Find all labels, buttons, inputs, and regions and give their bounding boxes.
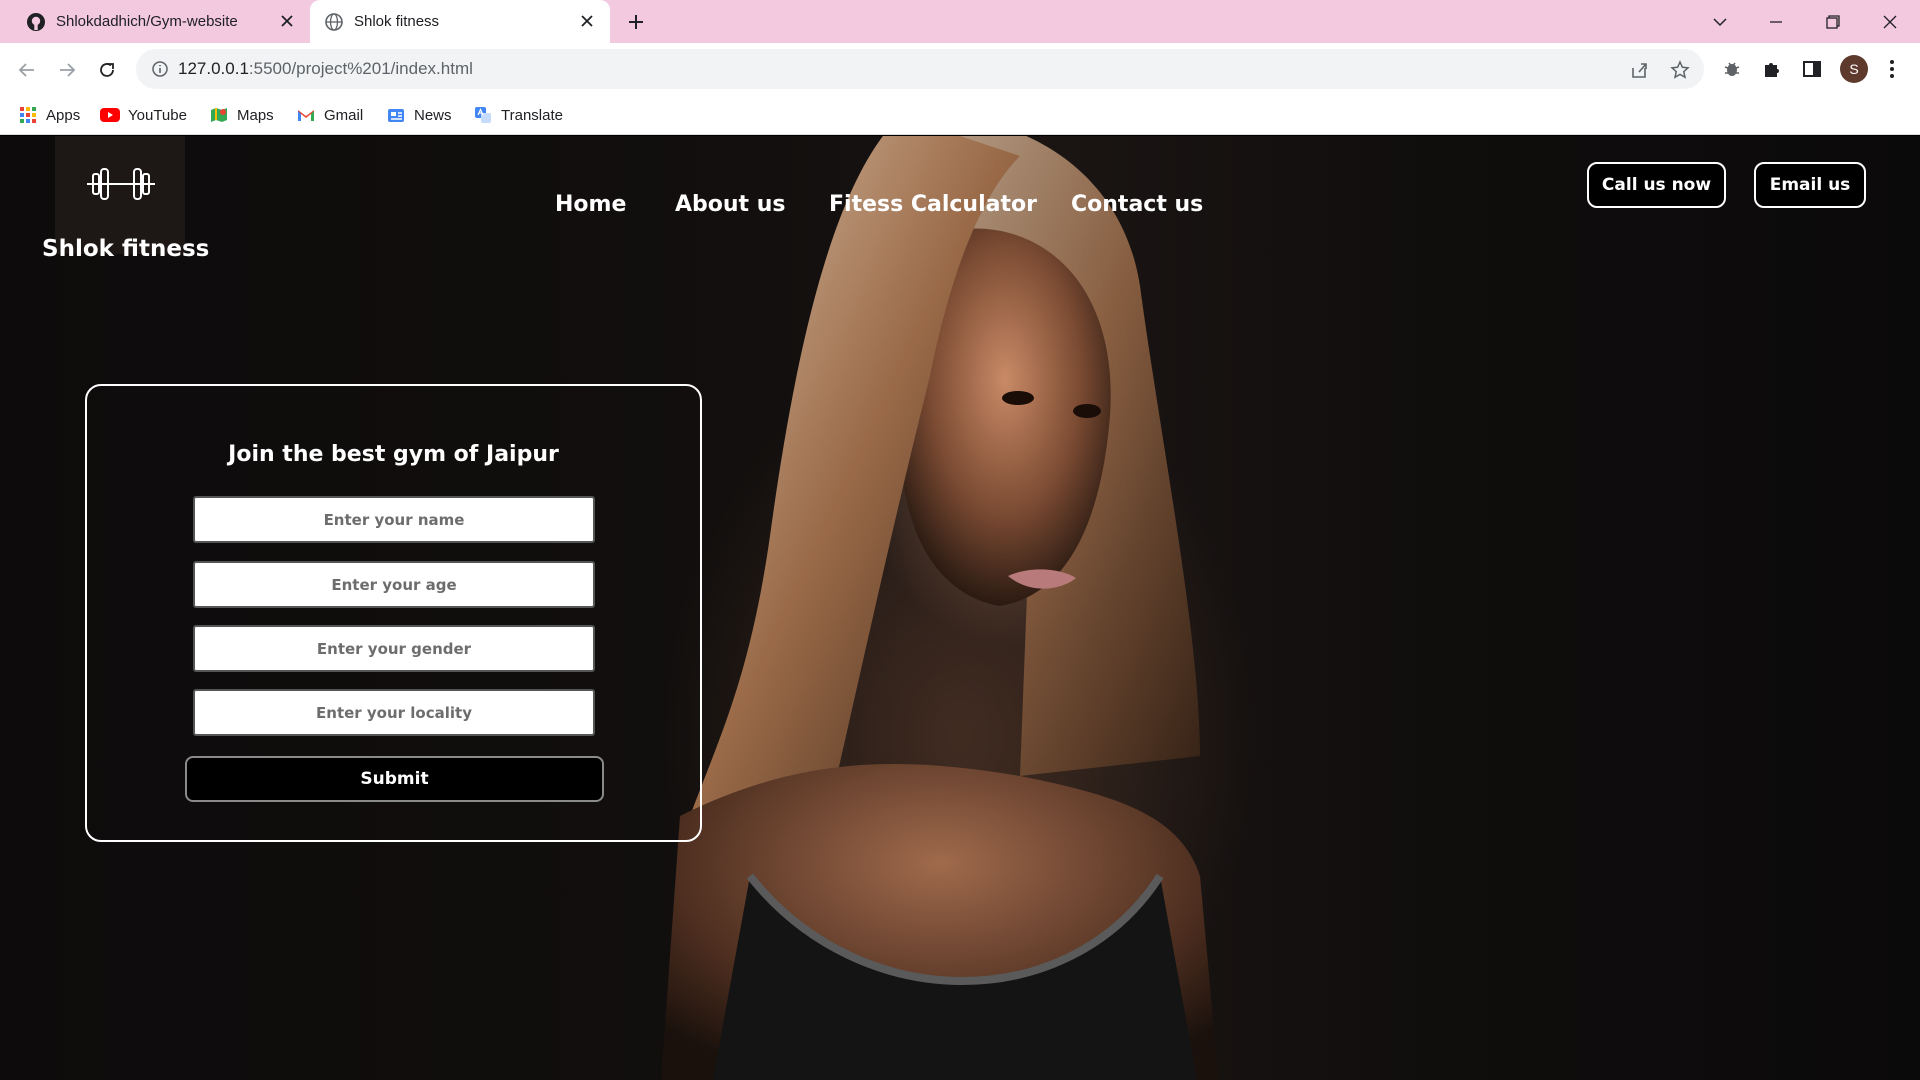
bookmarks-bar: Apps YouTube Maps Gmail News Translate (0, 95, 1920, 135)
bookmark-label: Translate (501, 106, 563, 124)
back-icon[interactable] (13, 56, 41, 84)
github-icon (25, 11, 47, 33)
close-window-icon[interactable] (1876, 8, 1904, 36)
bookmark-label: YouTube (128, 106, 187, 124)
dumbbell-icon (87, 168, 155, 200)
page-viewport: Shlok fitness Home About us Fitess Calcu… (0, 136, 1920, 1080)
bookmark-label: News (414, 106, 452, 124)
youtube-icon (100, 105, 120, 125)
bookmark-translate[interactable]: Translate (473, 103, 563, 127)
extension-bug-icon[interactable] (1718, 55, 1746, 83)
bookmark-apps[interactable]: Apps (18, 103, 80, 127)
bookmark-label: Apps (46, 106, 81, 124)
extensions-puzzle-icon[interactable] (1758, 55, 1786, 83)
age-field[interactable] (193, 561, 595, 608)
translate-icon (473, 105, 493, 125)
minimize-icon[interactable] (1762, 8, 1790, 36)
profile-avatar[interactable]: S (1840, 55, 1868, 83)
submit-button[interactable]: Submit (185, 756, 604, 802)
name-field[interactable] (193, 496, 595, 543)
close-tab-icon[interactable] (278, 12, 296, 30)
tab-title: Shlokdadhich/Gym-website (56, 13, 238, 30)
side-panel-icon[interactable] (1798, 55, 1826, 83)
nav-contact-us[interactable]: Contact us (1071, 192, 1203, 217)
tab-github[interactable]: Shlokdadhich/Gym-website (12, 0, 310, 43)
new-tab-icon[interactable] (624, 10, 648, 34)
tab-search-chevron-icon[interactable] (1706, 8, 1734, 36)
news-icon (386, 105, 406, 125)
reload-icon[interactable] (93, 56, 121, 84)
url-text[interactable]: 127.0.0.1:5500/project%201/index.html (178, 59, 473, 79)
browser-toolbar: 127.0.0.1:5500/project%201/index.html S (0, 43, 1920, 95)
close-tab-icon[interactable] (578, 12, 596, 30)
address-bar[interactable]: 127.0.0.1:5500/project%201/index.html (136, 49, 1704, 89)
site-info-icon[interactable] (150, 59, 170, 79)
gender-field[interactable] (193, 625, 595, 672)
nav-fitness-calculator[interactable]: Fitess Calculator (829, 192, 1037, 217)
join-form: Join the best gym of Jaipur Submit (85, 384, 702, 842)
brand-name: Shlok fitness (42, 236, 210, 262)
bookmark-maps[interactable]: Maps (209, 103, 274, 127)
url-path: :5500/project%201/index.html (248, 59, 473, 78)
bookmark-gmail[interactable]: Gmail (296, 103, 363, 127)
email-us-button[interactable]: Email us (1754, 162, 1866, 208)
bookmark-youtube[interactable]: YouTube (100, 103, 187, 127)
nav-home[interactable]: Home (555, 192, 626, 217)
globe-icon (323, 11, 345, 33)
bookmark-star-icon[interactable] (1668, 58, 1692, 82)
tab-title: Shlok fitness (354, 13, 440, 30)
share-icon[interactable] (1628, 58, 1652, 82)
locality-field[interactable] (193, 689, 595, 736)
restore-icon[interactable] (1819, 8, 1847, 36)
tab-strip: Shlokdadhich/Gym-website Shlok fitness (0, 0, 1920, 43)
gmail-icon (296, 105, 316, 125)
call-us-button[interactable]: Call us now (1587, 162, 1726, 208)
apps-grid-icon (18, 105, 38, 125)
nav-about-us[interactable]: About us (675, 192, 785, 217)
tab-shlok-fitness[interactable]: Shlok fitness (310, 0, 610, 43)
bookmark-news[interactable]: News (386, 103, 452, 127)
forward-icon[interactable] (53, 56, 81, 84)
form-title: Join the best gym of Jaipur (228, 442, 559, 467)
menu-kebab-icon[interactable] (1878, 55, 1906, 83)
bookmark-label: Gmail (324, 106, 364, 124)
bookmark-label: Maps (237, 106, 274, 124)
maps-icon (209, 105, 229, 125)
url-host: 127.0.0.1 (178, 59, 249, 78)
